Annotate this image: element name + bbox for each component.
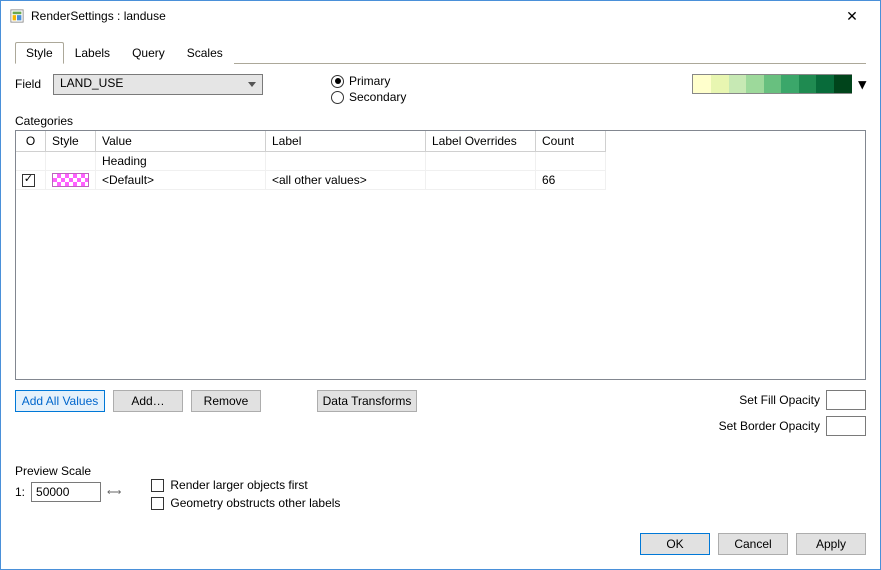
app-icon [9,8,25,24]
dialog-content: Style Labels Query Scales Field LAND_USE… [15,41,866,555]
default-value: <Default> [96,171,266,190]
radio-secondary-label: Secondary [349,90,406,104]
data-transforms-button[interactable]: Data Transforms [317,390,417,412]
col-value[interactable]: Value [96,131,266,152]
checkbox-icon [151,479,164,492]
bottom-block: Preview Scale 1: ⟷ Render larger objects… [15,464,866,510]
row-checkbox[interactable] [22,174,35,187]
default-label: <all other values> [266,171,426,190]
preview-scale-input[interactable] [31,482,101,502]
ok-button[interactable]: OK [640,533,710,555]
fill-opacity-input[interactable] [826,390,866,410]
window-title: RenderSettings : landuse [31,9,832,23]
grid-header: O Style Value Label Label Overrides Coun… [16,131,865,152]
render-larger-first-row[interactable]: Render larger objects first [151,478,340,492]
style-swatch[interactable] [52,173,89,187]
tab-labels[interactable]: Labels [64,42,121,64]
col-on[interactable]: O [16,131,46,152]
tab-query[interactable]: Query [121,42,176,64]
radio-primary[interactable]: Primary [331,74,406,88]
radio-circle-icon [331,91,344,104]
close-icon[interactable]: ✕ [832,2,872,30]
titlebar: RenderSettings : landuse ✕ [1,1,880,31]
preview-scale-label: Preview Scale [15,464,121,478]
preview-scale-block: Preview Scale 1: ⟷ [15,464,121,502]
radio-primary-label: Primary [349,74,390,88]
apply-button[interactable]: Apply [796,533,866,555]
render-options: Render larger objects first Geometry obs… [151,478,340,510]
radio-dot-icon [331,75,344,88]
col-style[interactable]: Style [46,131,96,152]
chevron-down-icon[interactable]: ▾ [858,75,866,93]
checkbox-icon [151,497,164,510]
scale-prefix: 1: [15,485,25,499]
geometry-obstructs-row[interactable]: Geometry obstructs other labels [151,496,340,510]
radio-secondary[interactable]: Secondary [331,90,406,104]
fill-opacity-label: Set Fill Opacity [739,393,820,407]
primary-secondary-radios: Primary Secondary [331,74,406,104]
field-row: Field LAND_USE Primary Secondary ▾ [15,74,866,104]
remove-button[interactable]: Remove [191,390,261,412]
categories-grid: O Style Value Label Label Overrides Coun… [15,130,866,380]
add-button[interactable]: Add… [113,390,183,412]
render-larger-label: Render larger objects first [170,478,307,492]
button-row: Add All Values Add… Remove Data Transfor… [15,390,866,436]
dialog-buttons: OK Cancel Apply [640,533,866,555]
field-select[interactable]: LAND_USE [53,74,263,95]
col-label[interactable]: Label [266,131,426,152]
add-all-values-button[interactable]: Add All Values [15,390,105,412]
border-opacity-label: Set Border Opacity [719,419,820,433]
field-label: Field [15,74,45,91]
geometry-obstructs-label: Geometry obstructs other labels [170,496,340,510]
heading-row[interactable]: Heading [16,152,865,171]
border-opacity-input[interactable] [826,416,866,436]
heading-value: Heading [96,152,266,171]
scale-lock-icon[interactable]: ⟷ [107,487,121,498]
default-count: 66 [536,171,606,190]
col-overrides[interactable]: Label Overrides [426,131,536,152]
color-ramp-wrap: ▾ [692,74,866,94]
render-settings-dialog: RenderSettings : landuse ✕ Style Labels … [0,0,881,570]
col-count[interactable]: Count [536,131,606,152]
tab-style[interactable]: Style [15,42,64,64]
tab-bar: Style Labels Query Scales [15,41,866,64]
cancel-button[interactable]: Cancel [718,533,788,555]
opacity-block: Set Fill Opacity Set Border Opacity [719,390,866,436]
categories-label: Categories [15,114,866,128]
default-row[interactable]: <Default> <all other values> 66 [16,171,865,190]
color-ramp[interactable] [692,74,852,94]
default-overrides [426,171,536,190]
tab-scales[interactable]: Scales [176,42,234,64]
